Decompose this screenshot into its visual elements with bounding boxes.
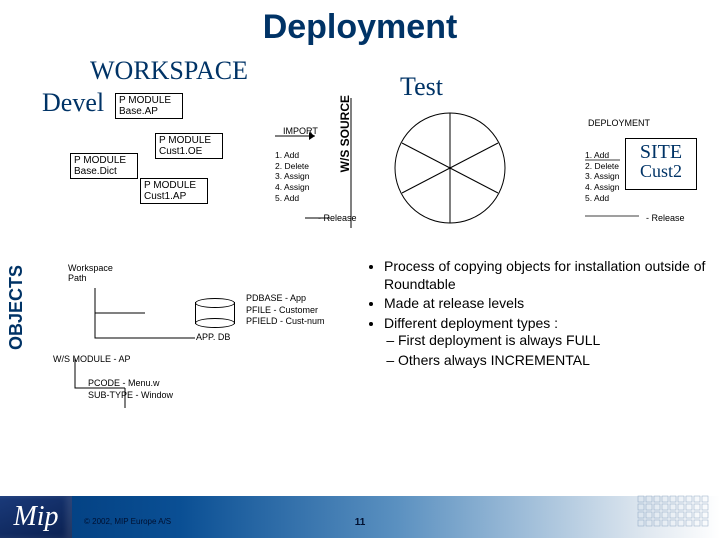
- footer-dots-icon: [636, 494, 716, 534]
- mip-logo: Mip: [0, 496, 72, 538]
- bullet-3: Different deployment types : First deplo…: [384, 315, 708, 370]
- objects-vertical-label: OBJECTS: [6, 265, 27, 350]
- subtype-label: SUB-TYPE - Window: [85, 390, 176, 402]
- import-label: IMPORT: [280, 126, 321, 138]
- pmodule-custoe-title: P MODULE: [159, 135, 219, 146]
- bullet-list: Process of copying objects for installat…: [366, 258, 708, 371]
- pmodule-custap-title: P MODULE: [144, 180, 204, 191]
- release-left: - Release: [315, 213, 360, 225]
- bullet-3b: Others always INCREMENTAL: [398, 352, 708, 370]
- site-box: SITE Cust2: [625, 138, 697, 190]
- bullet-1: Process of copying objects for installat…: [384, 258, 708, 293]
- footer: Mip © 2002, MIP Europe A/S 11: [0, 490, 720, 538]
- appdb-label: APP. DB: [193, 332, 233, 344]
- op4: 4. Assign: [275, 182, 310, 193]
- op2r: 2. Delete: [585, 161, 620, 172]
- appdb-cylinder-icon: [195, 298, 235, 328]
- wsmodule-label: W/S MODULE - AP: [50, 354, 134, 366]
- bullet-3-text: Different deployment types :: [384, 315, 558, 331]
- appdb-fields: PDBASE - App PFILE - Customer PFIELD - C…: [243, 292, 328, 329]
- op5: 5. Add: [275, 193, 310, 204]
- pmodule-custap: P MODULE Cust1.AP: [140, 178, 208, 204]
- op3: 3. Assign: [275, 171, 310, 182]
- pmodule-custap-sub: Cust1.AP: [144, 191, 204, 202]
- pmodule-basedict-sub: Base.Dict: [74, 166, 134, 177]
- pmodule-basedict-title: P MODULE: [74, 155, 134, 166]
- op1: 1. Add: [275, 150, 310, 161]
- slide-title: Deployment: [0, 8, 720, 47]
- pmodule-baseap-title: P MODULE: [119, 95, 179, 106]
- pmodule-custoe: P MODULE Cust1.OE: [155, 133, 223, 159]
- pfield: PFIELD - Cust-num: [246, 316, 325, 328]
- pdbase: PDBASE - App: [246, 293, 325, 305]
- pmodule-baseap-sub: Base.AP: [119, 106, 179, 117]
- bullet-2: Made at release levels: [384, 295, 708, 313]
- diagram-area: P MODULE Base.AP P MODULE Base.Dict P MO…: [25, 58, 715, 438]
- pmodule-basedict: P MODULE Base.Dict: [70, 153, 138, 179]
- pmodule-baseap: P MODULE Base.AP: [115, 93, 183, 119]
- op5r: 5. Add: [585, 193, 620, 204]
- bullet-3a: First deployment is always FULL: [398, 332, 708, 350]
- test-pie: [390, 108, 510, 228]
- ops-list-right: 1. Add 2. Delete 3. Assign 4. Assign 5. …: [585, 150, 620, 203]
- deployment-label: DEPLOYMENT: [585, 118, 653, 130]
- pcode-label: PCODE - Menu.w: [85, 378, 163, 390]
- op1r: 1. Add: [585, 150, 620, 161]
- copyright: © 2002, MIP Europe A/S: [84, 517, 171, 526]
- op2: 2. Delete: [275, 161, 310, 172]
- page-number: 11: [355, 517, 366, 528]
- release-right: - Release: [643, 213, 688, 225]
- pfile: PFILE - Customer: [246, 305, 325, 317]
- op3r: 3. Assign: [585, 171, 620, 182]
- pmodule-custoe-sub: Cust1.OE: [159, 146, 219, 157]
- op4r: 4. Assign: [585, 182, 620, 193]
- workspace-path-label: Workspace Path: [65, 263, 116, 285]
- ops-list-left: 1. Add 2. Delete 3. Assign 4. Assign 5. …: [275, 150, 310, 203]
- site-cust: Cust2: [626, 162, 696, 180]
- site-title: SITE: [626, 142, 696, 162]
